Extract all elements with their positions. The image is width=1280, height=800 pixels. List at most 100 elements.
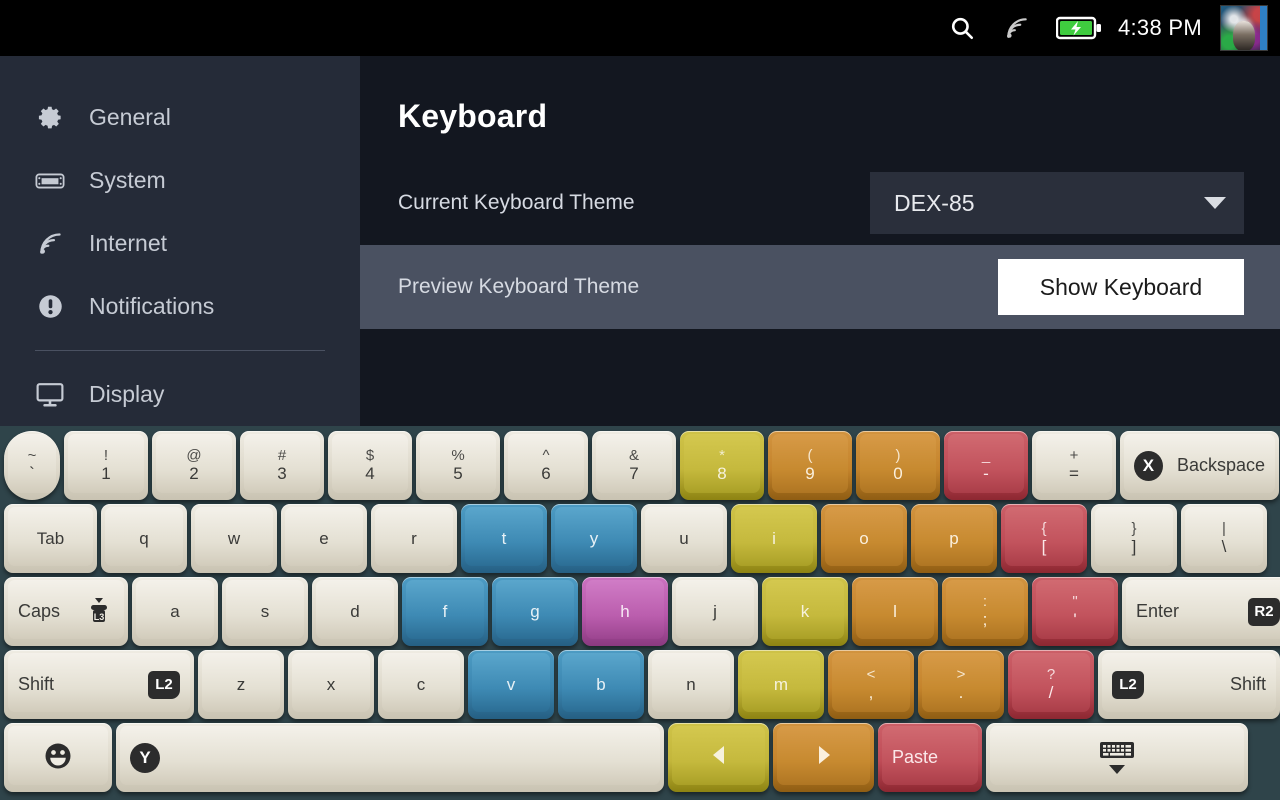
key-e[interactable]: e (281, 504, 367, 573)
key-k[interactable]: k (762, 577, 848, 646)
key-backspace[interactable]: X Backspace (1120, 431, 1279, 500)
key-minus[interactable]: _ - (944, 431, 1028, 500)
key-legend: z (237, 675, 246, 695)
key-arrow-right[interactable] (773, 723, 874, 792)
key-main-legend: t (501, 528, 507, 548)
sidebar-item-notifications[interactable]: Notifications (0, 275, 360, 338)
key-content: L2 Shift (1098, 650, 1280, 719)
key-paste[interactable]: Paste (878, 723, 982, 792)
key-d[interactable]: d (312, 577, 398, 646)
key-shift-legend: # (277, 447, 287, 465)
key-2[interactable]: @2 (152, 431, 236, 500)
key-caps[interactable]: Caps L3 (4, 577, 128, 646)
key-y[interactable]: y (551, 504, 637, 573)
key-r[interactable]: r (371, 504, 457, 573)
sidebar-item-label: General (89, 104, 171, 130)
key-l[interactable]: l (852, 577, 938, 646)
key-0[interactable]: ) 0 (856, 431, 940, 500)
key-main-legend: ` (29, 464, 35, 484)
sidebar-item-system[interactable]: System (0, 149, 360, 212)
search-icon[interactable] (934, 0, 990, 56)
key-g[interactable]: g (492, 577, 578, 646)
key-h[interactable]: h (582, 577, 668, 646)
avatar[interactable] (1220, 5, 1268, 51)
key-semicolon[interactable]: :; (942, 577, 1028, 646)
key-enter[interactable]: Enter R2 (1122, 577, 1280, 646)
key-tab[interactable]: Tab (4, 504, 97, 573)
key-5[interactable]: % 5 (416, 431, 500, 500)
keyboard-row-2: Tab q w e r t y u i o p {[}] | \ (4, 504, 1276, 573)
monitor-icon (35, 380, 65, 410)
key-a[interactable]: a (132, 577, 218, 646)
key-legend: c (417, 675, 426, 695)
key-main-legend: q (139, 528, 149, 548)
key-f[interactable]: f (402, 577, 488, 646)
key-j[interactable]: j (672, 577, 758, 646)
key-comma[interactable]: <, (828, 650, 914, 719)
key-main-legend: \ (1221, 537, 1227, 557)
key-v[interactable]: v (468, 650, 554, 719)
sidebar-item-internet[interactable]: Internet (0, 212, 360, 275)
key-legend: w (228, 529, 240, 549)
key-legend: & 7 (629, 447, 639, 484)
key-legend: k (801, 602, 810, 622)
sidebar-item-display[interactable]: Display (0, 363, 360, 426)
key-1[interactable]: ! 1 (64, 431, 148, 500)
key-q[interactable]: q (101, 504, 187, 573)
key-u[interactable]: u (641, 504, 727, 573)
key-i[interactable]: i (731, 504, 817, 573)
key-main-legend: = (1069, 464, 1079, 484)
key-3[interactable]: #3 (240, 431, 324, 500)
key-legend: ~ ` (28, 447, 37, 484)
sidebar-item-general[interactable]: General (0, 86, 360, 149)
key-m[interactable]: m (738, 650, 824, 719)
key-main-legend: g (530, 601, 540, 621)
key-w[interactable]: w (191, 504, 277, 573)
key-emoji[interactable] (4, 723, 112, 792)
key-main-legend: n (686, 674, 696, 694)
key-bracket-right[interactable]: }] (1091, 504, 1177, 573)
key-hide-keyboard[interactable] (986, 723, 1248, 792)
key-legend: l (893, 602, 897, 622)
key-o[interactable]: o (821, 504, 907, 573)
key-main-legend: [ (1041, 537, 1047, 557)
key-c[interactable]: c (378, 650, 464, 719)
key-main-legend: h (620, 601, 630, 621)
key-6[interactable]: ^ 6 (504, 431, 588, 500)
key-4[interactable]: $4 (328, 431, 412, 500)
key-quote[interactable]: " ' (1032, 577, 1118, 646)
space-key[interactable]: Y (116, 723, 664, 792)
key-shift[interactable]: Shift L2 (4, 650, 194, 719)
key-arrow-left[interactable] (668, 723, 769, 792)
key-backslash[interactable]: | \ (1181, 504, 1267, 573)
key-s[interactable]: s (222, 577, 308, 646)
battery-charging-icon[interactable] (1044, 0, 1114, 56)
show-keyboard-button[interactable]: Show Keyboard (998, 259, 1244, 315)
key-8[interactable]: * 8 (680, 431, 764, 500)
key-backtick[interactable]: ~ ` (4, 431, 60, 500)
key-equals[interactable]: + = (1032, 431, 1116, 500)
wifi-icon[interactable] (990, 0, 1044, 56)
keyboard-theme-dropdown[interactable]: DEX-85 (870, 172, 1244, 234)
key-slash[interactable]: ? / (1008, 650, 1094, 719)
key-n[interactable]: n (648, 650, 734, 719)
key-main-legend: 5 (453, 464, 463, 484)
wifi-icon (35, 229, 65, 259)
key-period[interactable]: >. (918, 650, 1004, 719)
key-shift[interactable]: L2 Shift (1098, 650, 1280, 719)
key-x[interactable]: x (288, 650, 374, 719)
key-b[interactable]: b (558, 650, 644, 719)
key-p[interactable]: p (911, 504, 997, 573)
key-main-legend: c (416, 674, 426, 694)
key-content: Shift L2 (4, 650, 194, 719)
key-shift-legend: ? (1046, 666, 1056, 684)
key-bracket-left[interactable]: {[ (1001, 504, 1087, 573)
controller-trigger-l2-icon: L2 (148, 670, 180, 699)
key-9[interactable]: (9 (768, 431, 852, 500)
sidebar-item-label: Display (89, 381, 165, 407)
key-legend: * 8 (717, 447, 726, 484)
key-7[interactable]: & 7 (592, 431, 676, 500)
sidebar-item-label: System (89, 167, 166, 193)
key-z[interactable]: z (198, 650, 284, 719)
key-t[interactable]: t (461, 504, 547, 573)
